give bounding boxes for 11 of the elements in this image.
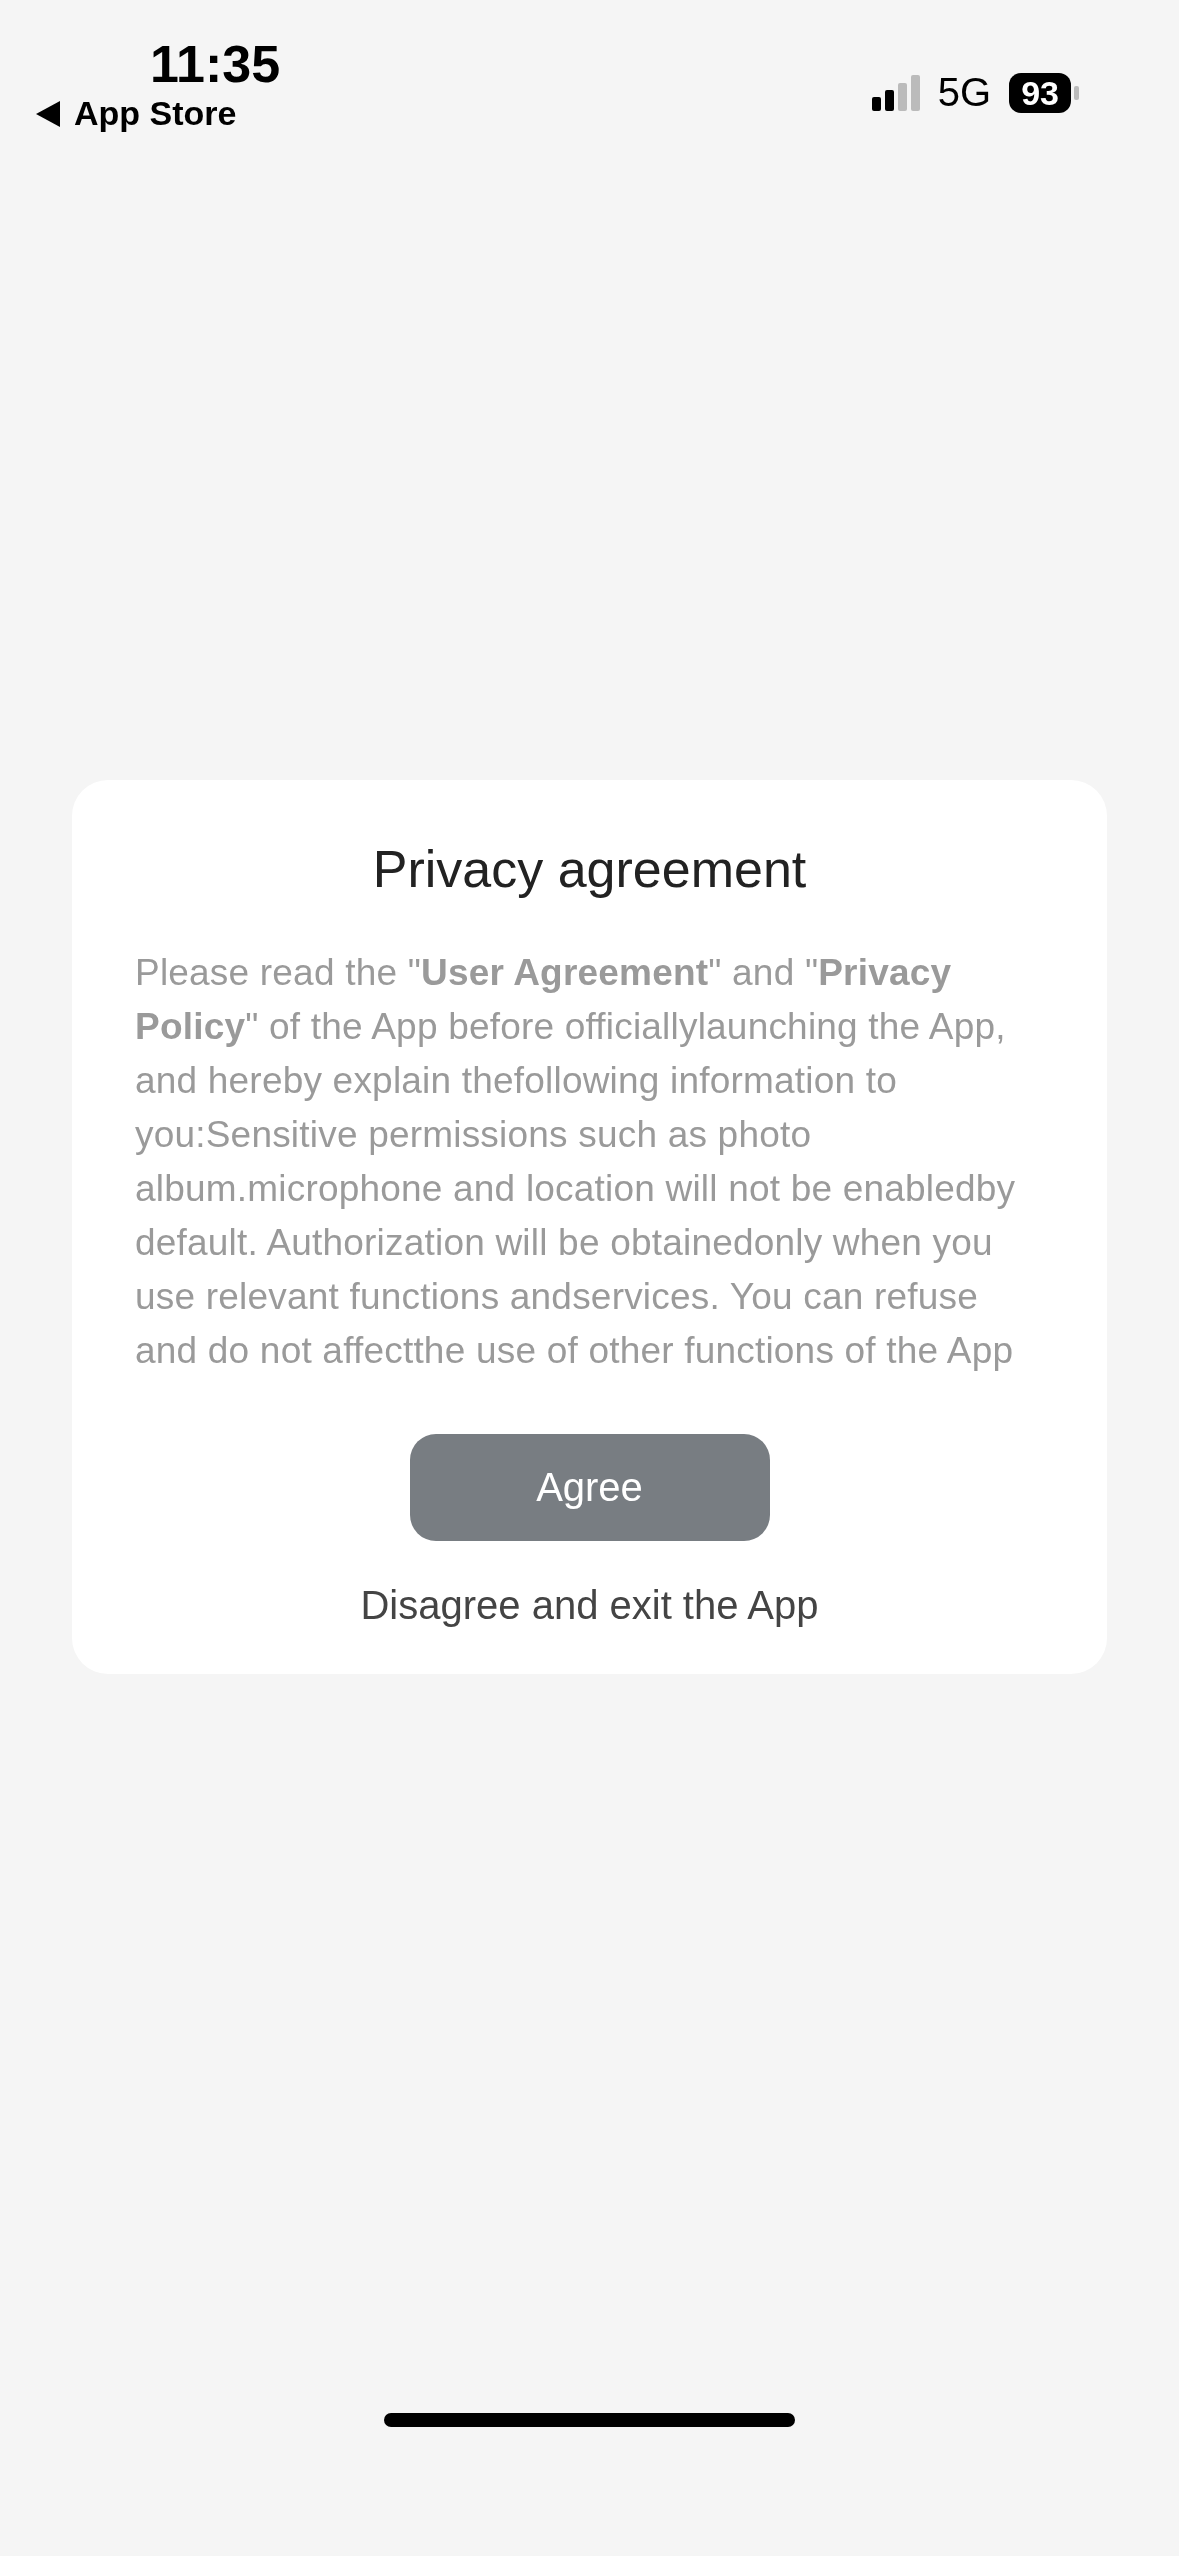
agree-button[interactable]: Agree [409,1434,770,1541]
agreement-text: Please read the "User Agreement" and "Privacy Policy" of the App before officiallylaunching the App, and hereby explain thefollowing information to you:Sensitive permissions such as photo album.microphone and location will not be enabledby default. Authorization will be obtainedonly when you use relevant functions andservices. You can refuse and do not affectthe use of other functions of the App [135,951,1017,1373]
back-to-app-link[interactable]: App Store [74,94,237,133]
battery-tip-icon [1074,85,1079,100]
back-triangle-icon[interactable] [36,100,60,127]
disagree-link[interactable]: Disagree and exit the App [360,1583,819,1628]
signal-icon [871,74,920,111]
battery-level: 93 [1009,72,1071,113]
network-label: 5G [937,70,992,115]
dialog-title: Privacy agreement [372,839,807,900]
status-time: 11:35 [150,36,281,92]
